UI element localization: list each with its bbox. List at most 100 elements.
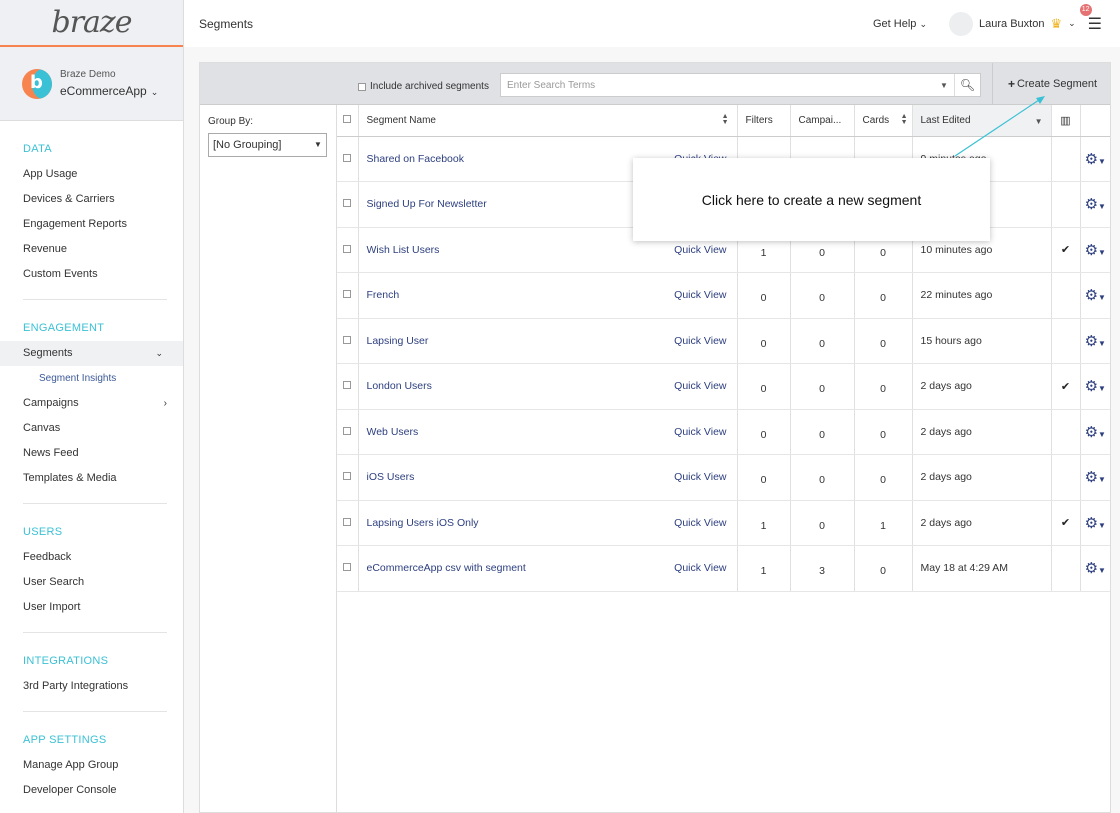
gear-icon[interactable]: ⚙▼ [1080, 363, 1110, 410]
row-checkbox[interactable] [343, 381, 351, 390]
gear-icon[interactable]: ⚙▼ [1080, 181, 1110, 228]
row-checkbox[interactable] [343, 199, 351, 208]
row-checkbox[interactable] [343, 426, 351, 435]
segment-name-link[interactable]: Web Users [367, 426, 419, 438]
gear-icon[interactable]: ⚙▼ [1080, 227, 1110, 273]
nav-item-campaigns[interactable]: Campaigns › [23, 391, 167, 416]
campaigns-count: 0 [790, 318, 855, 364]
quick-view-link[interactable]: Quick View [674, 380, 736, 392]
caret-down-icon: ▼ [1098, 338, 1106, 348]
table-row[interactable]: French Quick View 0 0 0 22 minutes ago ⚙▼ [337, 272, 1110, 319]
segment-name-link[interactable]: Signed Up For Newsletter [367, 198, 487, 210]
quick-view-link[interactable]: Quick View [674, 471, 736, 483]
filters-count: 0 [737, 363, 791, 410]
hamburger-menu-icon[interactable]: ☰ [1088, 16, 1102, 33]
nav-item-3rd-party-integrations[interactable]: 3rd Party Integrations [23, 674, 167, 699]
include-archived-checkbox[interactable]: Include archived segments [358, 81, 489, 92]
segment-name-cell: eCommerceApp csv with segment Quick View [358, 545, 738, 592]
table-row[interactable]: eCommerceApp csv with segment Quick View 1… [337, 545, 1110, 592]
gear-icon[interactable]: ⚙▼ [1080, 545, 1110, 592]
header-cards[interactable]: Cards ▲ ▼ [854, 105, 913, 137]
row-select-cell [337, 409, 359, 455]
braze-logo[interactable]: braze [52, 5, 133, 40]
filters-count: 1 [737, 545, 791, 592]
create-segment-button[interactable]: + Create Segment [992, 63, 1112, 105]
row-checkbox[interactable] [343, 290, 351, 299]
segment-name-link[interactable]: Lapsing User [367, 335, 429, 347]
caret-down-icon: ▼ [1098, 429, 1106, 439]
segment-name-link[interactable]: Wish List Users [367, 244, 440, 256]
nav-item-custom-events[interactable]: Custom Events [23, 262, 167, 287]
nav-item-segment-insights[interactable]: Segment Insights [23, 366, 167, 391]
header-analytics[interactable]: ▥ [1051, 105, 1081, 137]
nav-item-developer-console[interactable]: Developer Console [23, 778, 167, 803]
nav-item-user-import[interactable]: User Import [23, 595, 167, 620]
app-switcher[interactable]: Braze Demo eCommerceApp⌄ [0, 47, 183, 121]
segment-name-link[interactable]: Shared on Facebook [367, 153, 464, 165]
segment-name-link[interactable]: Lapsing Users iOS Only [367, 517, 479, 529]
quick-view-link[interactable]: Quick View [674, 517, 736, 529]
nav-divider [23, 503, 167, 504]
nav-engagement: ENGAGEMENT Segments ⌄ Segment Insights Ca… [0, 316, 183, 491]
row-checkbox[interactable] [343, 244, 351, 253]
get-help-menu[interactable]: Get Help ⌄ [873, 18, 927, 30]
checkbox[interactable] [358, 82, 366, 91]
header-campaigns[interactable]: Campai... [790, 105, 855, 137]
nav-item-app-usage[interactable]: App Usage [23, 162, 167, 187]
row-checkbox[interactable] [343, 472, 351, 481]
campaigns-count: 0 [790, 454, 855, 501]
gear-icon[interactable]: ⚙▼ [1080, 272, 1110, 319]
nav-item-feedback[interactable]: Feedback [23, 545, 167, 570]
segment-name-link[interactable]: London Users [367, 380, 432, 392]
last-edited-cell: 2 days ago [912, 409, 1052, 455]
nav-item-revenue[interactable]: Revenue [23, 237, 167, 262]
row-checkbox[interactable] [343, 153, 351, 162]
header-segment-name[interactable]: Segment Name ▲ ▼ [358, 105, 738, 137]
quick-view-link[interactable]: Quick View [674, 426, 736, 438]
gear-icon[interactable]: ⚙▼ [1080, 454, 1110, 501]
row-checkbox[interactable] [343, 335, 351, 344]
chevron-down-icon: ⌄ [155, 348, 163, 358]
nav-item-news-feed[interactable]: News Feed [23, 441, 167, 466]
notification-badge: 12 [1079, 3, 1092, 16]
campaigns-count: 0 [790, 500, 855, 546]
table-row[interactable]: London Users Quick View 0 0 0 2 days ago ✔ ⚙▼ [337, 363, 1110, 410]
nav-item-templates-media[interactable]: Templates & Media [23, 466, 167, 491]
nav-item-devices-carriers[interactable]: Devices & Carriers [23, 187, 167, 212]
chevron-down-icon[interactable]: ⌄ [1068, 18, 1076, 29]
row-checkbox[interactable] [343, 563, 351, 572]
group-by-select[interactable]: [No Grouping] ▼ [208, 133, 327, 157]
table-row[interactable]: Web Users Quick View 0 0 0 2 days ago ⚙▼ [337, 409, 1110, 455]
header-filters[interactable]: Filters [737, 105, 791, 137]
nav-item-canvas[interactable]: Canvas [23, 416, 167, 441]
gear-icon[interactable]: ⚙▼ [1080, 136, 1110, 182]
gear-icon[interactable]: ⚙▼ [1080, 318, 1110, 364]
caret-down-icon[interactable]: ▼ [934, 81, 954, 90]
search-icon[interactable]: 🔍︎ [954, 74, 980, 96]
select-all-checkbox[interactable] [343, 114, 351, 123]
table-row[interactable]: Lapsing User Quick View 0 0 0 15 hours ago ⚙▼ [337, 318, 1110, 364]
row-checkbox[interactable] [343, 517, 351, 526]
search-input[interactable]: Enter Search Terms ▼ 🔍︎ [500, 73, 981, 97]
quick-view-link[interactable]: Quick View [674, 335, 736, 347]
segment-name-link[interactable]: French [367, 289, 400, 301]
header-last-edited[interactable]: Last Edited ▼ [912, 105, 1052, 137]
table-row[interactable]: Lapsing Users iOS Only Quick View 1 0 1 2 day… [337, 500, 1110, 546]
gear-icon[interactable]: ⚙▼ [1080, 409, 1110, 455]
analytics-check-icon [1051, 318, 1081, 364]
nav-item-user-search[interactable]: User Search [23, 570, 167, 595]
nav-heading-data: DATA [23, 143, 52, 155]
table-row[interactable]: iOS Users Quick View 0 0 0 2 days ago ⚙▼ [337, 454, 1110, 501]
nav-item-manage-app-group[interactable]: Manage App Group [23, 753, 167, 778]
segment-name-link[interactable]: iOS Users [367, 471, 415, 483]
quick-view-link[interactable]: Quick View [674, 289, 736, 301]
quick-view-link[interactable]: Quick View [674, 562, 736, 574]
gear-icon[interactable]: ⚙▼ [1080, 500, 1110, 546]
quick-view-link[interactable]: Quick View [674, 244, 736, 256]
user-avatar[interactable] [949, 11, 974, 36]
segment-name-link[interactable]: eCommerceApp csv with segment [367, 562, 526, 574]
nav-item-engagement-reports[interactable]: Engagement Reports [23, 212, 167, 237]
row-select-cell [337, 545, 359, 592]
nav-item-segments[interactable]: Segments ⌄ [0, 341, 183, 366]
user-name[interactable]: Laura Buxton [979, 18, 1044, 30]
